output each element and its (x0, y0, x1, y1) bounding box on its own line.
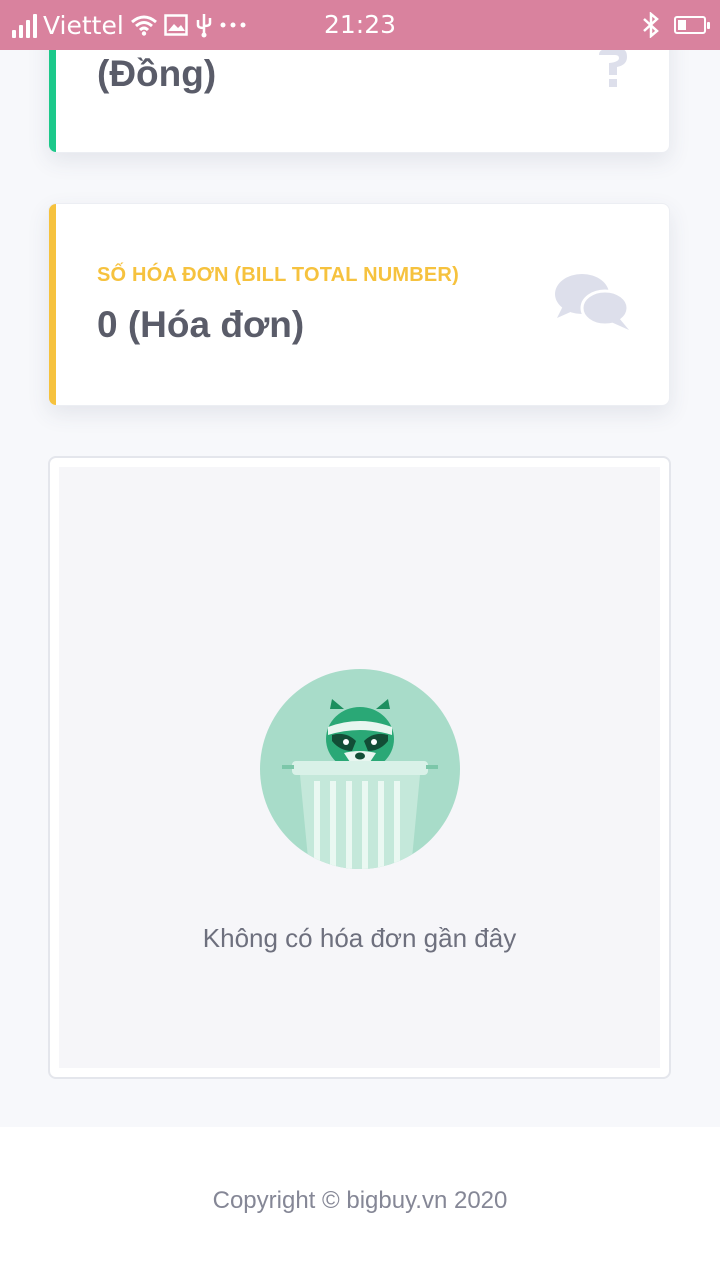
recent-bills-panel: Không có hóa đơn gần đây (48, 456, 671, 1079)
bill-count-label: SỐ HÓA ĐƠN (BILL TOTAL NUMBER) (97, 264, 459, 286)
raccoon-trash-can-icon (260, 669, 460, 869)
card-accent-bar (49, 204, 56, 405)
dollar-icon (599, 49, 627, 87)
bluetooth-icon (643, 12, 659, 38)
clock: 21:23 (323, 10, 397, 39)
bill-count-card: SỐ HÓA ĐƠN (BILL TOTAL NUMBER) 0 (Hóa đơ… (48, 203, 670, 406)
empty-state: Không có hóa đơn gần đây (59, 467, 660, 1068)
copyright-text: Copyright © bigbuy.vn 2020 (212, 1187, 508, 1214)
revenue-value: (Đồng) (97, 53, 217, 94)
bill-count-value: 0 (Hóa đơn) (97, 304, 305, 345)
battery-icon (674, 16, 710, 34)
status-bar: Viettel 21:23 (0, 0, 720, 50)
footer: Copyright © bigbuy.vn 2020 (0, 1127, 720, 1280)
empty-state-message: Không có hóa đơn gần đây (202, 923, 517, 953)
comments-icon (555, 274, 630, 330)
